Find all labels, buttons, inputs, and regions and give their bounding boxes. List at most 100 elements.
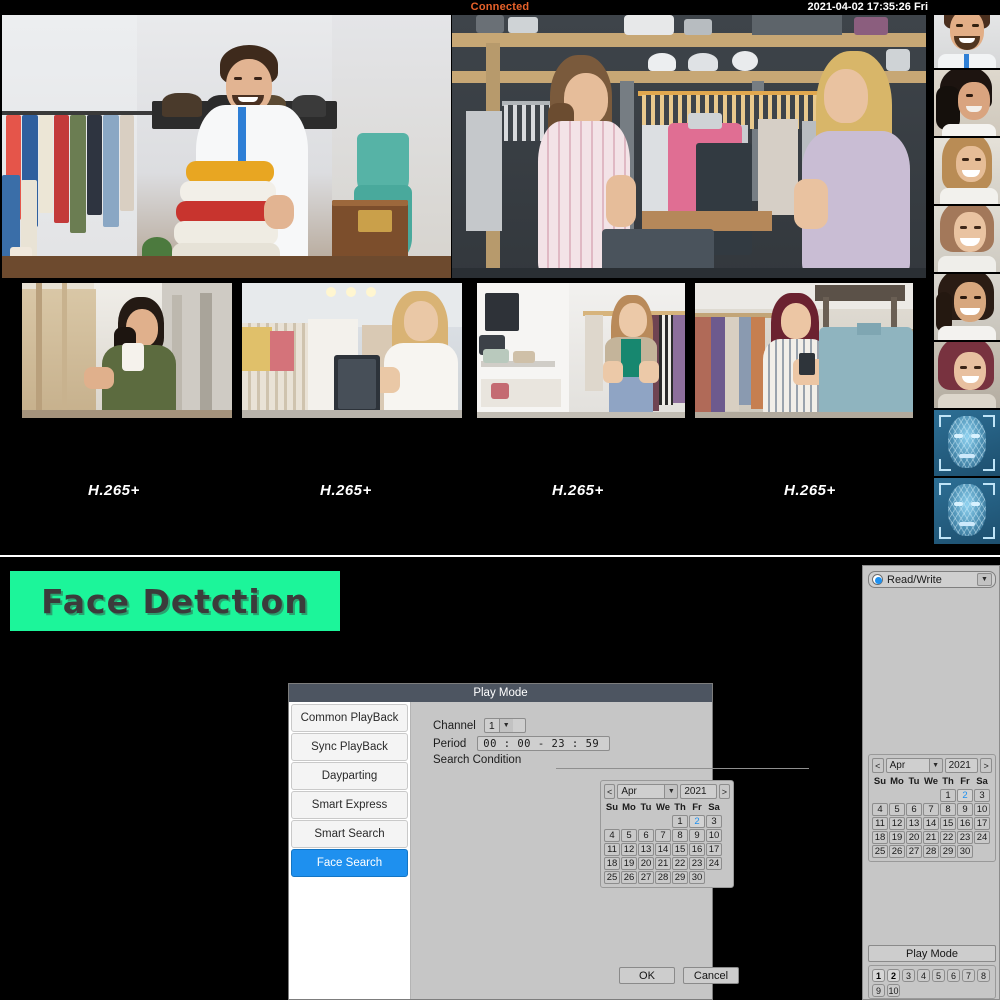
chevron-down-icon[interactable]: ▼ <box>665 784 678 799</box>
calendar-day-1[interactable]: 1 <box>672 815 688 828</box>
channel-button-5[interactable]: 5 <box>932 969 945 982</box>
panel-calendar-next-button[interactable]: > <box>980 758 992 773</box>
calendar-year-value[interactable]: 2021 <box>680 784 716 799</box>
face-thumbnail-6[interactable] <box>934 342 1000 408</box>
play-mode-button[interactable]: Play Mode <box>868 945 996 962</box>
calendar-day-7[interactable]: 7 <box>655 829 671 842</box>
calendar-day-20[interactable]: 20 <box>638 857 654 870</box>
video-cell-5[interactable] <box>477 283 685 418</box>
calendar-day-28[interactable]: 28 <box>923 845 939 858</box>
calendar-day-26[interactable]: 26 <box>621 871 637 884</box>
calendar-day-23[interactable]: 23 <box>689 857 705 870</box>
calendar-day-8[interactable]: 8 <box>672 829 688 842</box>
chevron-down-icon[interactable]: ▼ <box>930 758 943 773</box>
calendar-day-21[interactable]: 21 <box>923 831 939 844</box>
calendar-day-13[interactable]: 13 <box>906 817 922 830</box>
video-cell-2[interactable] <box>452 15 926 278</box>
channel-button-1[interactable]: 1 <box>872 969 885 982</box>
calendar-day-13[interactable]: 13 <box>638 843 654 856</box>
calendar-day-29[interactable]: 29 <box>672 871 688 884</box>
calendar-day-28[interactable]: 28 <box>655 871 671 884</box>
calendar-day-1[interactable]: 1 <box>940 789 956 802</box>
calendar-prev-button[interactable]: < <box>604 784 615 799</box>
calendar-day-19[interactable]: 19 <box>621 857 637 870</box>
mode-common-playback[interactable]: Common PlayBack <box>291 704 408 732</box>
calendar-day-19[interactable]: 19 <box>889 831 905 844</box>
calendar-day-4[interactable]: 4 <box>604 829 620 842</box>
calendar-day-22[interactable]: 22 <box>940 831 956 844</box>
mode-face-search[interactable]: Face Search <box>291 849 408 877</box>
calendar-day-23[interactable]: 23 <box>957 831 973 844</box>
calendar-day-11[interactable]: 11 <box>872 817 888 830</box>
calendar-day-9[interactable]: 9 <box>689 829 705 842</box>
channel-button-8[interactable]: 8 <box>977 969 990 982</box>
calendar-day-20[interactable]: 20 <box>906 831 922 844</box>
calendar-day-2[interactable]: 2 <box>957 789 973 802</box>
period-input[interactable]: 00 : 00 - 23 : 59 <box>477 736 610 751</box>
calendar-day-18[interactable]: 18 <box>604 857 620 870</box>
calendar-day-4[interactable]: 4 <box>872 803 888 816</box>
calendar-day-3[interactable]: 3 <box>974 789 990 802</box>
panel-calendar-prev-button[interactable]: < <box>872 758 884 773</box>
calendar-day-10[interactable]: 10 <box>974 803 990 816</box>
face-thumbnail-2[interactable] <box>934 70 1000 136</box>
mode-smart-express[interactable]: Smart Express <box>291 791 408 819</box>
calendar-day-6[interactable]: 6 <box>906 803 922 816</box>
calendar-day-30[interactable]: 30 <box>689 871 705 884</box>
video-cell-1[interactable] <box>2 15 451 278</box>
calendar-day-29[interactable]: 29 <box>940 845 956 858</box>
calendar-day-10[interactable]: 10 <box>706 829 722 842</box>
calendar-day-24[interactable]: 24 <box>706 857 722 870</box>
mode-smart-search[interactable]: Smart Search <box>291 820 408 848</box>
mode-dayparting[interactable]: Dayparting <box>291 762 408 790</box>
face-thumbnail-4[interactable] <box>934 206 1000 272</box>
calendar-day-21[interactable]: 21 <box>655 857 671 870</box>
calendar-day-12[interactable]: 12 <box>621 843 637 856</box>
calendar-next-button[interactable]: > <box>719 784 730 799</box>
face-thumbnail-8[interactable] <box>934 478 1000 544</box>
storage-mode-select[interactable]: Read/Write ▼ <box>868 571 996 588</box>
calendar-day-11[interactable]: 11 <box>604 843 620 856</box>
calendar-month-value[interactable]: Apr <box>617 784 665 799</box>
calendar-day-2[interactable]: 2 <box>689 815 705 828</box>
calendar-day-18[interactable]: 18 <box>872 831 888 844</box>
calendar-day-6[interactable]: 6 <box>638 829 654 842</box>
calendar-day-25[interactable]: 25 <box>872 845 888 858</box>
face-thumbnail-7[interactable] <box>934 410 1000 476</box>
calendar-day-17[interactable]: 17 <box>706 843 722 856</box>
channel-button-7[interactable]: 7 <box>962 969 975 982</box>
channel-select[interactable]: 1 ▼ <box>484 718 526 733</box>
channel-button-9[interactable]: 9 <box>872 984 885 997</box>
calendar-day-7[interactable]: 7 <box>923 803 939 816</box>
calendar-day-25[interactable]: 25 <box>604 871 620 884</box>
channel-button-4[interactable]: 4 <box>917 969 930 982</box>
calendar-day-5[interactable]: 5 <box>889 803 905 816</box>
chevron-down-icon[interactable]: ▼ <box>977 573 992 586</box>
channel-button-2[interactable]: 2 <box>887 969 900 982</box>
video-cell-3[interactable] <box>22 283 232 418</box>
cancel-button[interactable]: Cancel <box>683 967 739 984</box>
channel-button-3[interactable]: 3 <box>902 969 915 982</box>
calendar-day-15[interactable]: 15 <box>672 843 688 856</box>
calendar-day-24[interactable]: 24 <box>974 831 990 844</box>
ok-button[interactable]: OK <box>619 967 675 984</box>
video-cell-4[interactable] <box>242 283 462 418</box>
calendar-day-26[interactable]: 26 <box>889 845 905 858</box>
calendar-day-8[interactable]: 8 <box>940 803 956 816</box>
face-thumbnail-5[interactable] <box>934 274 1000 340</box>
calendar-day-27[interactable]: 27 <box>638 871 654 884</box>
calendar-day-30[interactable]: 30 <box>957 845 973 858</box>
calendar-day-22[interactable]: 22 <box>672 857 688 870</box>
calendar-day-14[interactable]: 14 <box>923 817 939 830</box>
calendar-day-15[interactable]: 15 <box>940 817 956 830</box>
calendar-day-12[interactable]: 12 <box>889 817 905 830</box>
calendar-day-27[interactable]: 27 <box>906 845 922 858</box>
video-cell-6[interactable] <box>695 283 913 418</box>
calendar-day-16[interactable]: 16 <box>957 817 973 830</box>
calendar-day-5[interactable]: 5 <box>621 829 637 842</box>
channel-button-6[interactable]: 6 <box>947 969 960 982</box>
channel-button-10[interactable]: 10 <box>887 984 900 997</box>
calendar-day-17[interactable]: 17 <box>974 817 990 830</box>
calendar-day-9[interactable]: 9 <box>957 803 973 816</box>
calendar-day-16[interactable]: 16 <box>689 843 705 856</box>
